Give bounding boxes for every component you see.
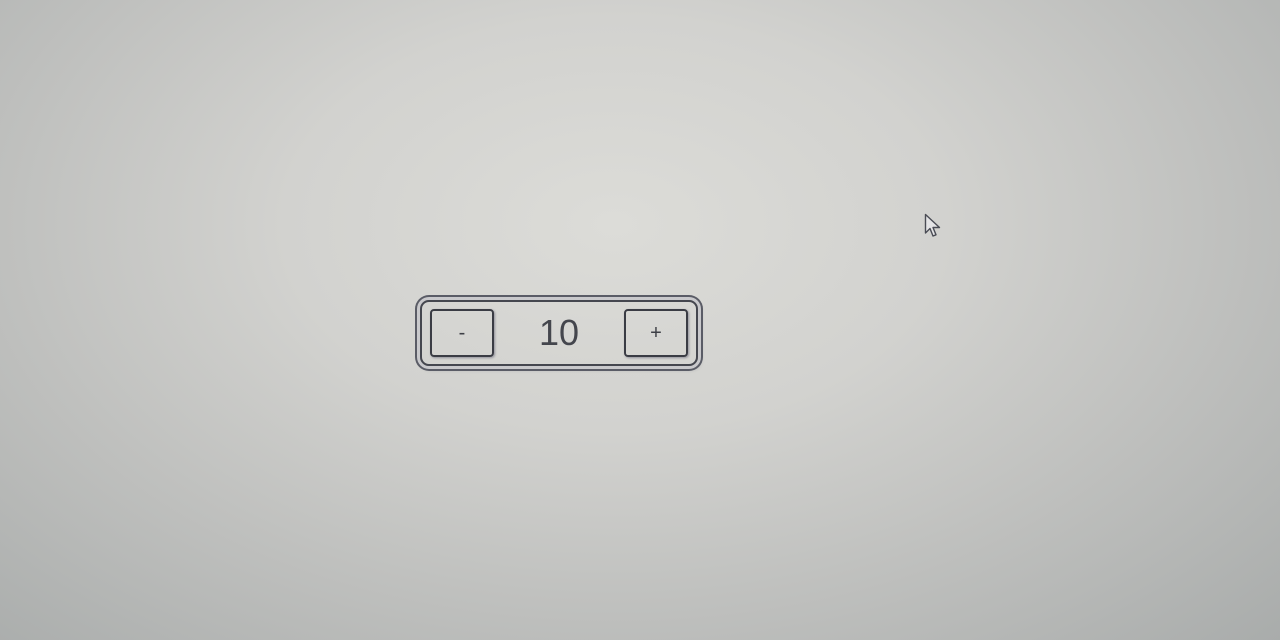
decrement-button[interactable]: - [430,309,494,357]
quantity-stepper: - 10 + [420,300,698,366]
stepper-value: 10 [538,312,580,353]
page-background: - 10 + [0,0,1280,640]
increment-button[interactable]: + [624,309,688,357]
mouse-cursor-icon [924,213,941,237]
